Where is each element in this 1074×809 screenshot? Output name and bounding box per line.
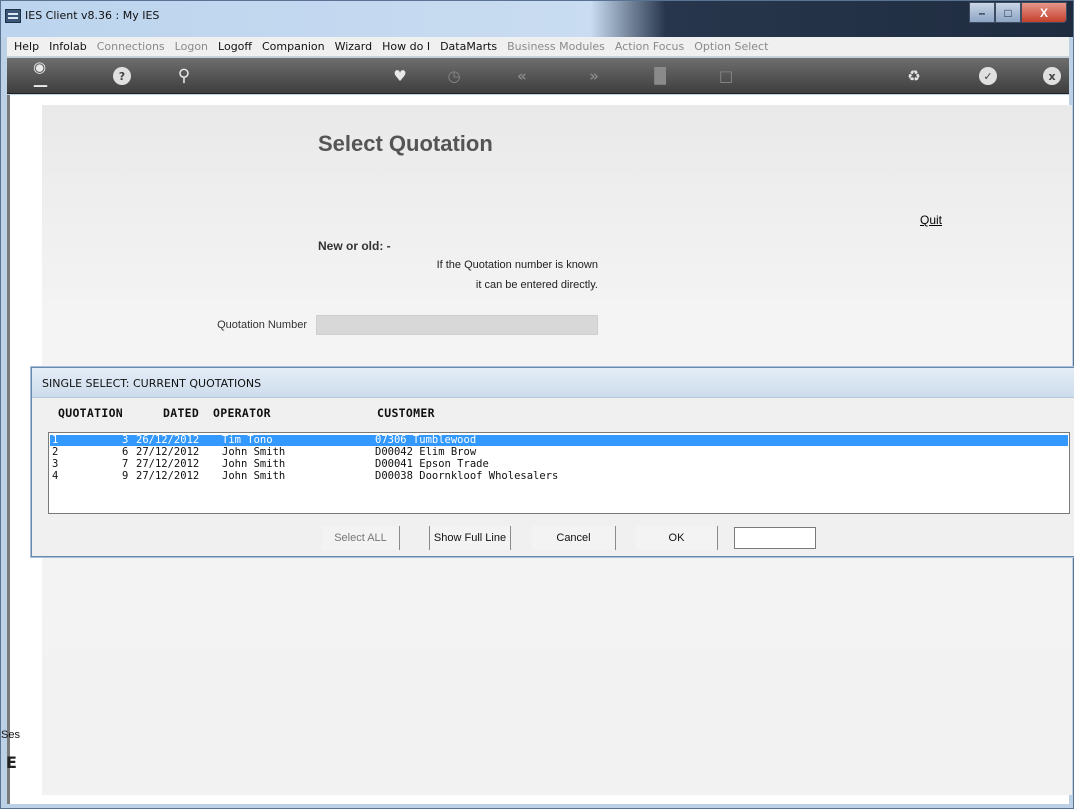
menu-logon[interactable]: Logon: [170, 40, 213, 53]
back-icon[interactable]: «: [513, 67, 531, 85]
maximize-button[interactable]: □: [995, 2, 1021, 23]
menu-wizard[interactable]: Wizard: [330, 40, 378, 53]
column-quotation: QUOTATION: [58, 406, 124, 420]
list-item[interactable]: 4 9 27/12/2012 John Smith D00038 Doornkl…: [50, 471, 1068, 482]
quit-link[interactable]: Quit: [920, 213, 942, 227]
filter-input[interactable]: [734, 527, 816, 549]
quotation-list[interactable]: 1 3 26/12/2012 Tim Tono 07306 Tumblewood…: [48, 432, 1070, 514]
row-quotation: 3: [122, 434, 129, 446]
menu-infolab[interactable]: Infolab: [44, 40, 92, 53]
row-index: 1: [52, 434, 59, 446]
dialog-button-bar: Select ALL Show Full Line Cancel OK: [32, 526, 1074, 552]
show-full-line-button[interactable]: Show Full Line: [429, 526, 511, 550]
column-operator: OPERATOR: [213, 406, 271, 420]
search-icon[interactable]: ⚲: [175, 66, 193, 86]
menu-bar: Help Infolab Connections Logon Logoff Co…: [7, 37, 1069, 57]
menu-option-select[interactable]: Option Select: [689, 40, 773, 53]
row-operator: John Smith: [222, 458, 286, 470]
hint-line-1: If the Quotation number is known: [436, 259, 598, 271]
toolbar: ◉— ? ⚲ ♥ ◷ « » █ □ ♻ ✓ x: [7, 58, 1069, 94]
key-icon[interactable]: ◉—: [33, 58, 61, 94]
column-dated: DATED: [163, 406, 200, 420]
recycle-icon[interactable]: ♻: [905, 67, 923, 85]
row-quotation: 7: [122, 458, 129, 470]
column-customer: CUSTOMER: [377, 406, 435, 420]
row-quotation: 9: [122, 470, 129, 482]
dialog-title-bar: SINGLE SELECT: CURRENT QUOTATIONS: [32, 368, 1074, 398]
help-icon[interactable]: ?: [113, 67, 131, 85]
row-quotation: 6: [122, 446, 129, 458]
row-customer: 07306 Tumblewood: [375, 434, 477, 446]
row-operator: John Smith: [222, 470, 286, 482]
row-operator: John Smith: [222, 446, 286, 458]
row-index: 4: [52, 470, 59, 482]
forward-icon[interactable]: »: [585, 67, 603, 85]
row-customer: D00038 Doornkloof Wholesalers: [375, 470, 559, 482]
list-item[interactable]: 1 3 26/12/2012 Tim Tono 07306 Tumblewood: [50, 435, 1068, 446]
clock-icon[interactable]: ◷: [445, 67, 463, 85]
heart-icon[interactable]: ♥: [391, 67, 409, 85]
app-window: IES Client v8.36 : My IES – □ X Help Inf…: [0, 0, 1074, 809]
row-operator: Tim Tono: [222, 434, 273, 446]
quotation-number-label: Quotation Number: [217, 319, 307, 331]
menu-datamarts[interactable]: DataMarts: [435, 40, 502, 53]
row-dated: 27/12/2012: [136, 470, 200, 482]
close-icon[interactable]: x: [1043, 67, 1061, 85]
menu-how-do-i[interactable]: How do I: [377, 40, 435, 53]
tools-icon[interactable]: █: [651, 67, 669, 85]
cancel-button[interactable]: Cancel: [532, 526, 616, 550]
session-glyph: E: [6, 753, 17, 772]
row-customer: D00041 Epson Trade: [375, 458, 489, 470]
menu-companion[interactable]: Companion: [257, 40, 330, 53]
title-bar[interactable]: IES Client v8.36 : My IES – □ X: [1, 1, 1073, 37]
close-button[interactable]: X: [1021, 2, 1067, 23]
row-dated: 27/12/2012: [136, 446, 200, 458]
row-dated: 26/12/2012: [136, 434, 200, 446]
list-item[interactable]: 2 6 27/12/2012 John Smith D00042 Elim Br…: [50, 447, 1068, 458]
window-title: IES Client v8.36 : My IES: [25, 9, 160, 22]
app-icon[interactable]: [5, 9, 21, 23]
quotation-number-input[interactable]: [316, 315, 598, 335]
row-index: 2: [52, 446, 59, 458]
menu-help[interactable]: Help: [9, 40, 44, 53]
single-select-dialog: SINGLE SELECT: CURRENT QUOTATIONS QUOTAT…: [31, 367, 1074, 557]
row-dated: 27/12/2012: [136, 458, 200, 470]
new-or-old-label: New or old: -: [318, 239, 391, 253]
dialog-title: SINGLE SELECT: CURRENT QUOTATIONS: [42, 377, 262, 390]
page-icon[interactable]: □: [717, 67, 735, 85]
list-item[interactable]: 3 7 27/12/2012 John Smith D00041 Epson T…: [50, 459, 1068, 470]
session-label: Ses: [1, 729, 20, 741]
menu-connections[interactable]: Connections: [92, 40, 170, 53]
row-customer: D00042 Elim Brow: [375, 446, 477, 458]
hint-line-2: it can be entered directly.: [475, 279, 598, 291]
page-title: Select Quotation: [318, 131, 493, 156]
ok-button[interactable]: OK: [636, 526, 718, 550]
select-all-button[interactable]: Select ALL: [322, 526, 400, 550]
window-controls: – □ X: [969, 2, 1067, 24]
minimize-button[interactable]: –: [969, 2, 995, 23]
menu-action-focus[interactable]: Action Focus: [610, 40, 689, 53]
check-icon[interactable]: ✓: [979, 67, 997, 85]
menu-logoff[interactable]: Logoff: [213, 40, 257, 53]
menu-business-modules[interactable]: Business Modules: [502, 40, 610, 53]
row-index: 3: [52, 458, 59, 470]
